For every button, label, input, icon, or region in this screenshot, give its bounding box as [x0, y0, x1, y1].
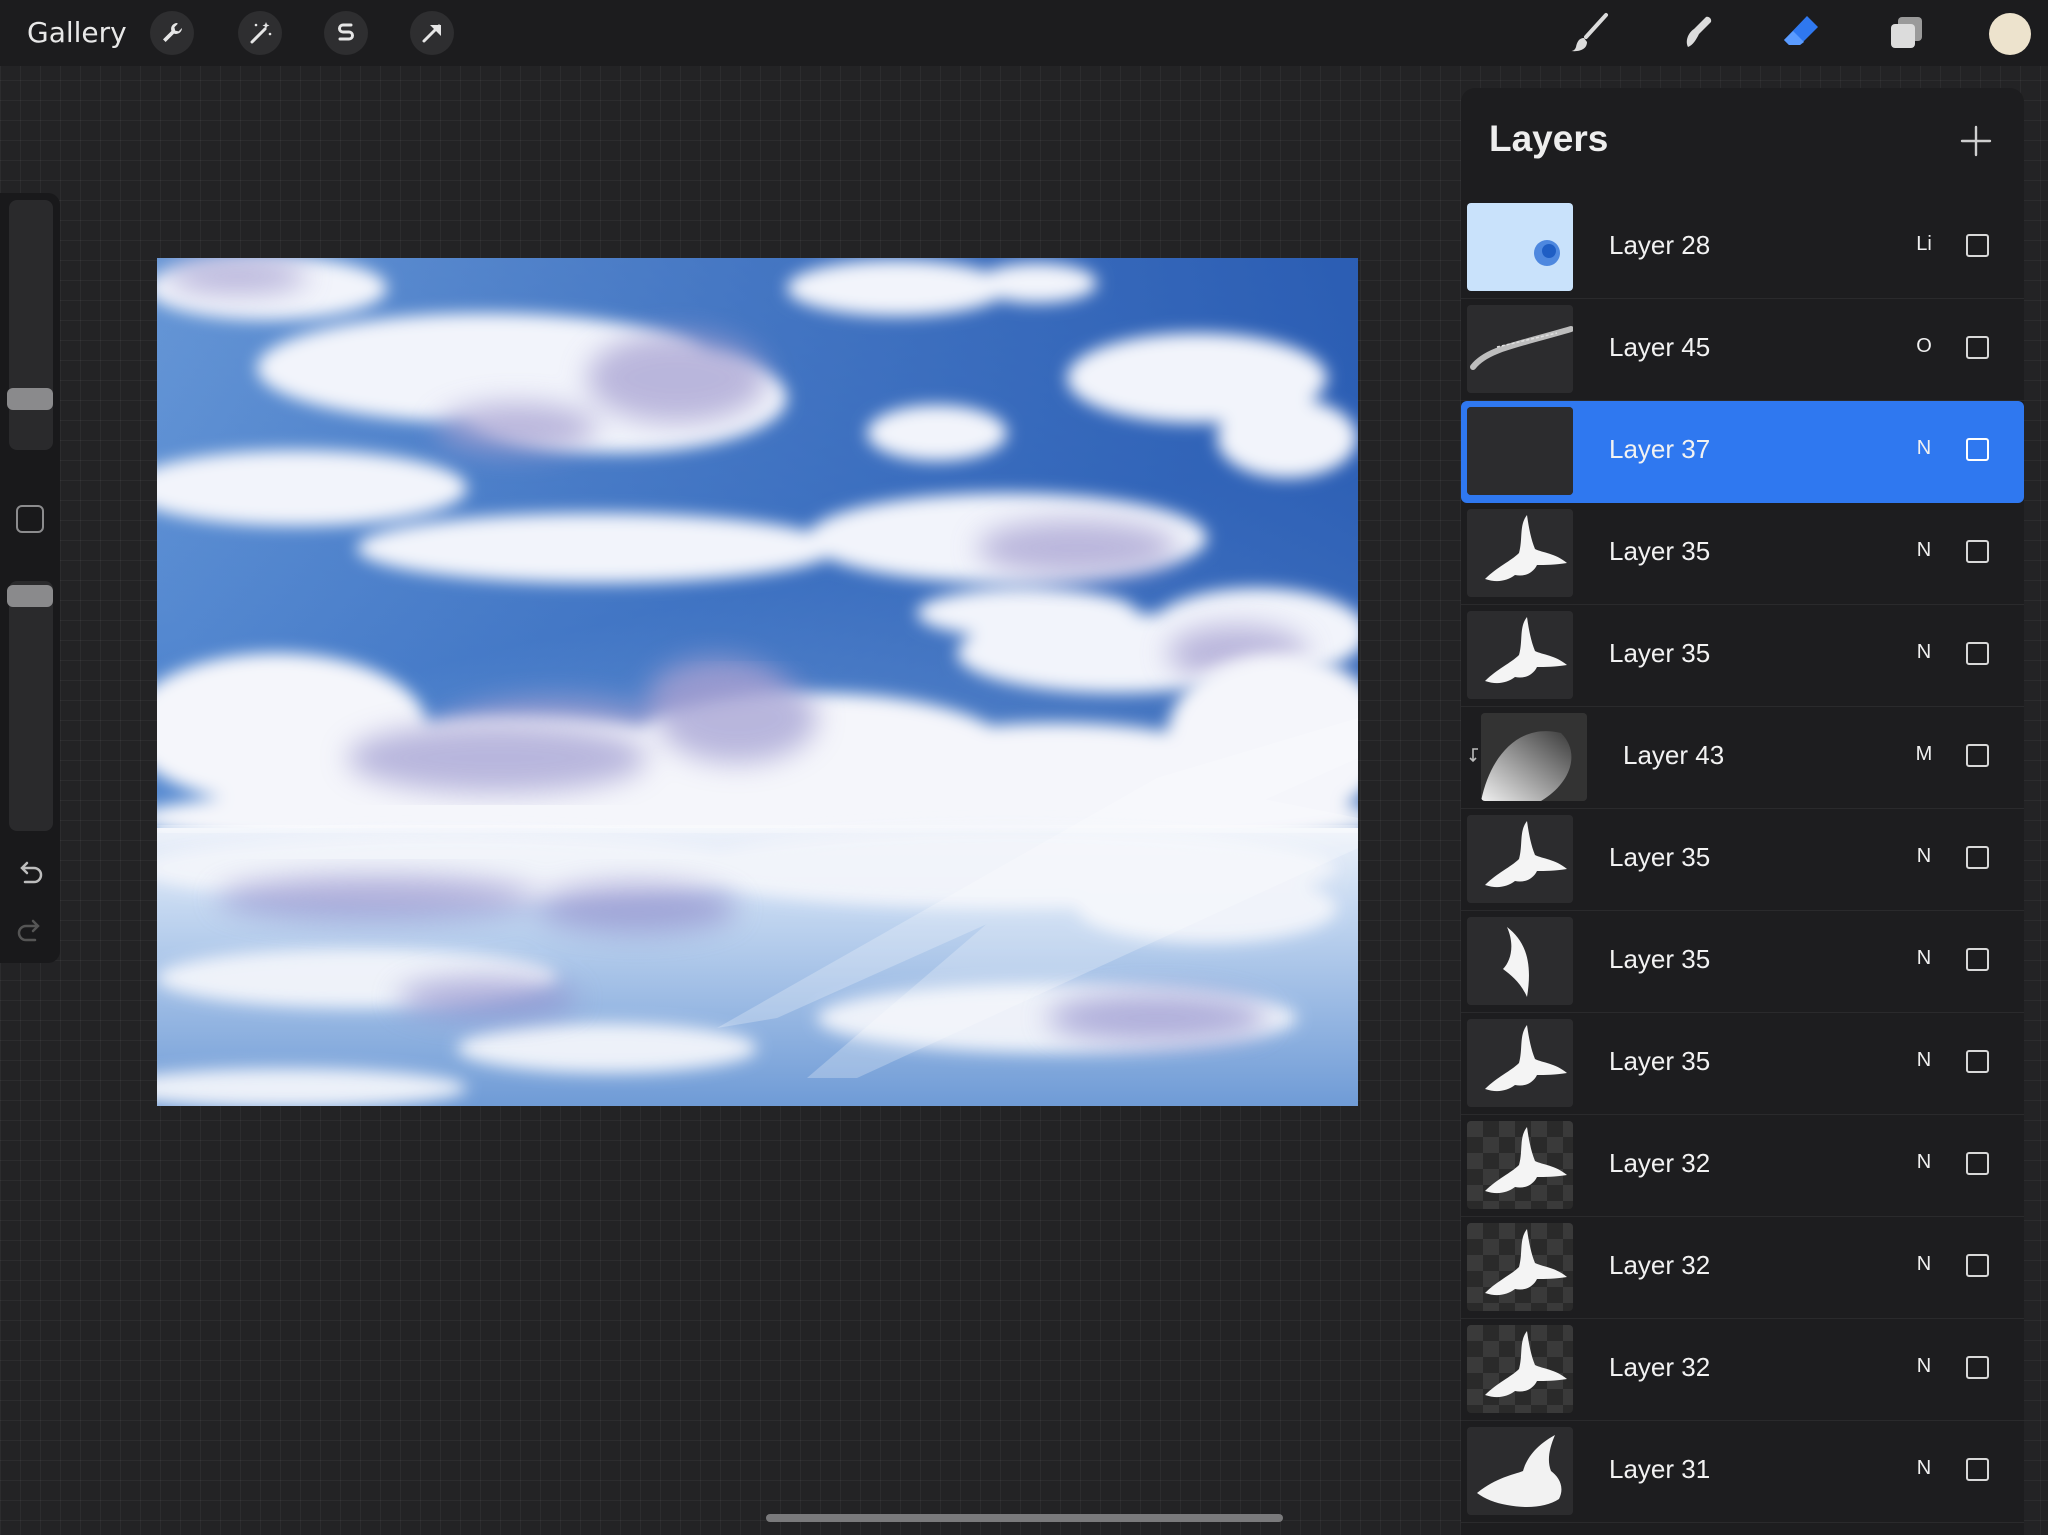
layer-name: Layer 31: [1609, 1454, 1711, 1484]
blend-mode-button[interactable]: N: [1909, 1457, 1939, 1480]
clipping-mask-icon: [1469, 748, 1478, 763]
add-layer-icon[interactable]: [1959, 124, 1993, 158]
blend-mode-button[interactable]: N: [1909, 1253, 1939, 1276]
layer-name: Layer 35: [1609, 638, 1711, 668]
layer-thumbnail[interactable]: [1467, 917, 1573, 1005]
undo-icon[interactable]: [14, 858, 46, 890]
layer-visibility-checkbox[interactable]: [1966, 846, 1989, 869]
layer-visibility-checkbox[interactable]: [1966, 336, 1989, 359]
layer-visibility-checkbox[interactable]: [1966, 540, 1989, 563]
opacity-handle[interactable]: [7, 585, 53, 607]
magic-wand-icon[interactable]: [238, 11, 282, 55]
canvas-artwork[interactable]: [157, 258, 1358, 1106]
layer-visibility-checkbox[interactable]: [1966, 438, 1989, 461]
home-indicator[interactable]: [766, 1514, 1283, 1522]
panel-title: Layers: [1489, 118, 1609, 159]
gallery-button[interactable]: Gallery: [27, 16, 127, 49]
layer-thumbnail[interactable]: [1467, 815, 1573, 903]
layer-row[interactable]: Layer 32 N: [1461, 1217, 2024, 1319]
layer-name: Layer 32: [1609, 1352, 1711, 1382]
layer-thumbnail[interactable]: [1481, 713, 1587, 801]
smudge-icon[interactable]: [1673, 10, 1719, 56]
blend-mode-button[interactable]: N: [1909, 1049, 1939, 1072]
layer-thumbnail[interactable]: [1467, 203, 1573, 291]
layer-thumbnail[interactable]: [1467, 1019, 1573, 1107]
layer-name: Layer 35: [1609, 944, 1711, 974]
layer-visibility-checkbox[interactable]: [1966, 234, 1989, 257]
layer-visibility-checkbox[interactable]: [1966, 1458, 1989, 1481]
modify-button[interactable]: [16, 505, 44, 533]
layer-row[interactable]: Layer 45 O: [1461, 299, 2024, 401]
layer-thumbnail[interactable]: [1467, 1223, 1573, 1311]
layer-name: Layer 32: [1609, 1148, 1711, 1178]
layer-name: Layer 32: [1609, 1250, 1711, 1280]
layer-thumbnail[interactable]: [1467, 1325, 1573, 1413]
layer-thumbnail[interactable]: [1467, 407, 1573, 495]
layers-panel: Layers Layer 28 Li Layer 45 O Layer 37 N Layer…: [1461, 88, 2024, 1535]
brush-size-handle[interactable]: [7, 388, 53, 410]
blend-mode-button[interactable]: N: [1909, 437, 1939, 460]
layer-visibility-checkbox[interactable]: [1966, 1356, 1989, 1379]
layer-row[interactable]: Layer 35 N: [1461, 911, 2024, 1013]
eraser-icon[interactable]: [1778, 10, 1824, 56]
layer-name: Layer 37: [1609, 434, 1711, 464]
blend-mode-button[interactable]: N: [1909, 1151, 1939, 1174]
layer-name: Layer 45: [1609, 332, 1711, 362]
layer-row[interactable]: Layer 32 N: [1461, 1115, 2024, 1217]
layer-thumbnail[interactable]: [1467, 509, 1573, 597]
layer-visibility-checkbox[interactable]: [1966, 948, 1989, 971]
sidebar: [0, 193, 60, 963]
brush-size-slider[interactable]: [9, 200, 53, 450]
layers-icon[interactable]: [1883, 10, 1929, 56]
layer-visibility-checkbox[interactable]: [1966, 1254, 1989, 1277]
transform-icon[interactable]: [410, 11, 454, 55]
layer-row[interactable]: Layer 35 N: [1461, 605, 2024, 707]
blend-mode-button[interactable]: Li: [1909, 233, 1939, 256]
color-picker-button[interactable]: [1989, 13, 2031, 55]
layer-row[interactable]: Layer 31 N: [1461, 1421, 2024, 1523]
redo-icon[interactable]: [14, 916, 46, 948]
layer-visibility-checkbox[interactable]: [1966, 744, 1989, 767]
layer-name: Layer 43: [1623, 740, 1725, 770]
blend-mode-button[interactable]: M: [1909, 743, 1939, 766]
layer-row[interactable]: Layer 35 N: [1461, 809, 2024, 911]
layer-name: Layer 35: [1609, 536, 1711, 566]
blend-mode-button[interactable]: O: [1909, 335, 1939, 358]
blend-mode-button[interactable]: N: [1909, 1355, 1939, 1378]
layer-visibility-checkbox[interactable]: [1966, 642, 1989, 665]
layer-name: Layer 35: [1609, 1046, 1711, 1076]
blend-mode-button[interactable]: N: [1909, 641, 1939, 664]
blend-mode-button[interactable]: N: [1909, 539, 1939, 562]
opacity-slider[interactable]: [9, 581, 53, 831]
layer-thumbnail[interactable]: [1467, 1427, 1573, 1515]
layer-row[interactable]: Layer 32 N: [1461, 1319, 2024, 1421]
layers-list: Layer 28 Li Layer 45 O Layer 37 N Layer 35 N Lay…: [1461, 197, 2024, 1523]
wrench-icon[interactable]: [150, 11, 194, 55]
layer-visibility-checkbox[interactable]: [1966, 1152, 1989, 1175]
layer-thumbnail[interactable]: [1467, 611, 1573, 699]
layer-thumbnail[interactable]: [1467, 1121, 1573, 1209]
brush-icon[interactable]: [1567, 10, 1613, 56]
layer-row[interactable]: Layer 35 N: [1461, 503, 2024, 605]
layer-name: Layer 35: [1609, 842, 1711, 872]
layer-name: Layer 28: [1609, 230, 1711, 260]
layer-visibility-checkbox[interactable]: [1966, 1050, 1989, 1073]
layer-thumbnail[interactable]: [1467, 305, 1573, 393]
layer-row[interactable]: Layer 37 N: [1461, 401, 2024, 503]
layer-row[interactable]: Layer 43 M: [1461, 707, 2024, 809]
top-toolbar: Gallery: [0, 0, 2048, 66]
blend-mode-button[interactable]: N: [1909, 947, 1939, 970]
layer-row[interactable]: Layer 28 Li: [1461, 197, 2024, 299]
blend-mode-button[interactable]: N: [1909, 845, 1939, 868]
selection-icon[interactable]: [324, 11, 368, 55]
layer-row[interactable]: Layer 35 N: [1461, 1013, 2024, 1115]
